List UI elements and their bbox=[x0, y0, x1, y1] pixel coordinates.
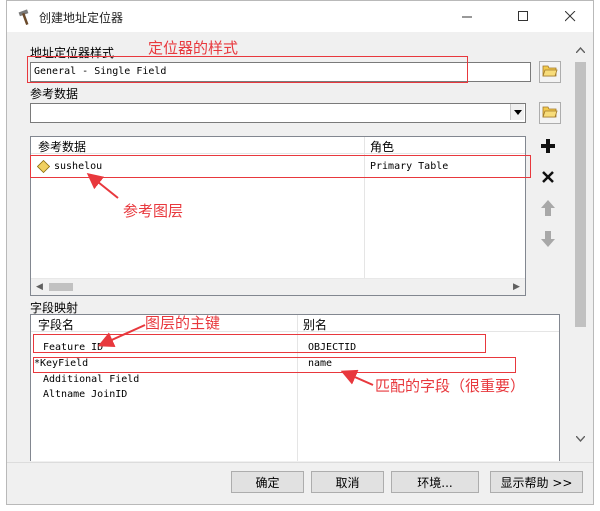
annotation-style: 定位器的样式 bbox=[148, 39, 239, 57]
reference-layer-name: sushelou bbox=[54, 161, 103, 172]
move-up-button[interactable] bbox=[537, 198, 559, 220]
footer-divider bbox=[7, 462, 593, 463]
table-row[interactable]: Feature ID OBJECTID bbox=[31, 340, 559, 355]
minimize-button[interactable] bbox=[444, 1, 490, 32]
scroll-down-icon[interactable] bbox=[572, 431, 589, 447]
add-reference-data-button[interactable] bbox=[539, 102, 561, 124]
annotation-layer: 参考图层 bbox=[123, 202, 184, 220]
close-button[interactable] bbox=[547, 1, 593, 32]
dialog-vertical-scrollbar[interactable] bbox=[572, 42, 589, 447]
plus-icon bbox=[541, 138, 555, 156]
scrollbar-thumb[interactable] bbox=[49, 283, 73, 291]
browse-style-button[interactable] bbox=[539, 61, 561, 83]
column-header-reference[interactable]: 参考数据 bbox=[38, 138, 86, 155]
table-row[interactable]: sushelou Primary Table bbox=[31, 159, 525, 174]
environments-button[interactable]: 环境... bbox=[391, 471, 479, 493]
column-header-alias[interactable]: 别名 bbox=[303, 316, 327, 333]
arrow-up-icon bbox=[541, 199, 555, 219]
locator-style-label: 地址定位器样式 bbox=[30, 46, 115, 60]
window-title: 创建地址定位器 bbox=[39, 11, 124, 25]
delete-icon bbox=[542, 170, 554, 186]
reference-layer-role: Primary Table bbox=[370, 161, 449, 172]
table-row[interactable]: *KeyField name bbox=[31, 356, 559, 371]
cancel-button[interactable]: 取消 bbox=[311, 471, 384, 493]
folder-open-icon bbox=[542, 105, 558, 122]
create-address-locator-dialog: 创建地址定位器 地址定位器样式 General - Single Field 参… bbox=[6, 0, 594, 505]
scroll-left-icon[interactable]: ◀ bbox=[31, 279, 48, 295]
field-name: Additional Field bbox=[43, 374, 140, 385]
ok-button[interactable]: 确定 bbox=[231, 471, 304, 493]
annotation-key: 图层的主键 bbox=[145, 314, 221, 332]
scroll-right-icon[interactable]: ▶ bbox=[508, 279, 525, 295]
scrollbar-thumb[interactable] bbox=[575, 62, 586, 327]
reference-data-label: 参考数据 bbox=[30, 87, 79, 101]
feature-layer-icon bbox=[36, 159, 51, 178]
horizontal-scrollbar[interactable]: ◀ ▶ bbox=[31, 278, 525, 295]
annotation-match: 匹配的字段（很重要） bbox=[375, 377, 526, 395]
field-alias: name bbox=[308, 358, 333, 369]
maximize-button[interactable] bbox=[500, 1, 546, 32]
field-name: Feature ID bbox=[43, 342, 104, 353]
field-alias: OBJECTID bbox=[308, 342, 357, 353]
show-help-button[interactable]: 显示帮助 >> bbox=[490, 471, 583, 493]
table-header: 参考数据 角色 bbox=[31, 137, 525, 155]
scroll-up-icon[interactable] bbox=[572, 42, 589, 58]
hammer-icon bbox=[17, 8, 35, 26]
table-header: 字段名 别名 bbox=[31, 315, 559, 333]
column-header-role[interactable]: 角色 bbox=[370, 138, 394, 155]
add-button[interactable] bbox=[537, 136, 559, 158]
dropdown-arrow-icon[interactable] bbox=[510, 104, 524, 120]
move-down-button[interactable] bbox=[537, 229, 559, 251]
field-name: *KeyField bbox=[34, 358, 89, 369]
remove-button[interactable] bbox=[537, 167, 559, 189]
locator-style-field[interactable]: General - Single Field bbox=[30, 62, 531, 82]
arrow-down-icon bbox=[541, 230, 555, 250]
title-bar: 创建地址定位器 bbox=[7, 1, 593, 32]
folder-open-icon bbox=[542, 64, 558, 81]
column-header-field-name[interactable]: 字段名 bbox=[38, 316, 74, 333]
reference-data-table: 参考数据 角色 sushelou Primary Table ◀ ▶ bbox=[30, 136, 526, 296]
reference-data-dropdown[interactable] bbox=[30, 103, 526, 123]
field-name: Altname JoinID bbox=[43, 389, 128, 400]
